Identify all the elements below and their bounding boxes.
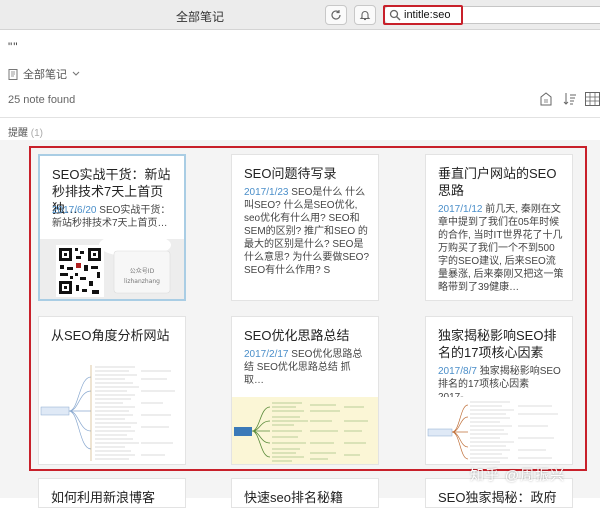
grid-view-button[interactable] (585, 92, 600, 111)
highlight-box (29, 146, 587, 471)
notebook-label: 全部笔记 (23, 69, 67, 81)
shortcut-button[interactable] (540, 92, 552, 111)
note-card[interactable]: 如何利用新浪博客SEO (38, 478, 186, 508)
note-title: 如何利用新浪博客SEO (51, 490, 156, 505)
reminder-section-header[interactable]: 提醒 (1) (8, 124, 43, 139)
grid-view-icon (585, 92, 600, 106)
title-bar: 全部笔记 intitle:seo (0, 0, 600, 30)
reminder-count: (1) (30, 128, 44, 139)
watermark: 知乎 @周振兴 (470, 467, 566, 483)
sync-button[interactable] (325, 5, 347, 25)
note-title: SEO独家揭秘：政府高 (438, 490, 557, 505)
quote-mark: "" (8, 40, 19, 54)
note-count: 25 note found (8, 94, 76, 106)
shortcut-icon (540, 92, 552, 106)
bell-icon (359, 11, 371, 21)
sort-button[interactable] (563, 92, 577, 111)
sort-icon (563, 93, 576, 105)
notebook-selector[interactable]: 全部笔记 (8, 66, 80, 82)
notebook-icon (8, 68, 18, 80)
chevron-down-icon (72, 71, 80, 76)
header-divider (0, 117, 600, 118)
note-card[interactable]: 快速seo排名秘籍 (231, 478, 379, 508)
reminder-label: 提醒 (8, 128, 28, 139)
refresh-icon (331, 10, 341, 20)
notification-button[interactable] (354, 5, 376, 25)
search-highlight-box (383, 5, 463, 25)
